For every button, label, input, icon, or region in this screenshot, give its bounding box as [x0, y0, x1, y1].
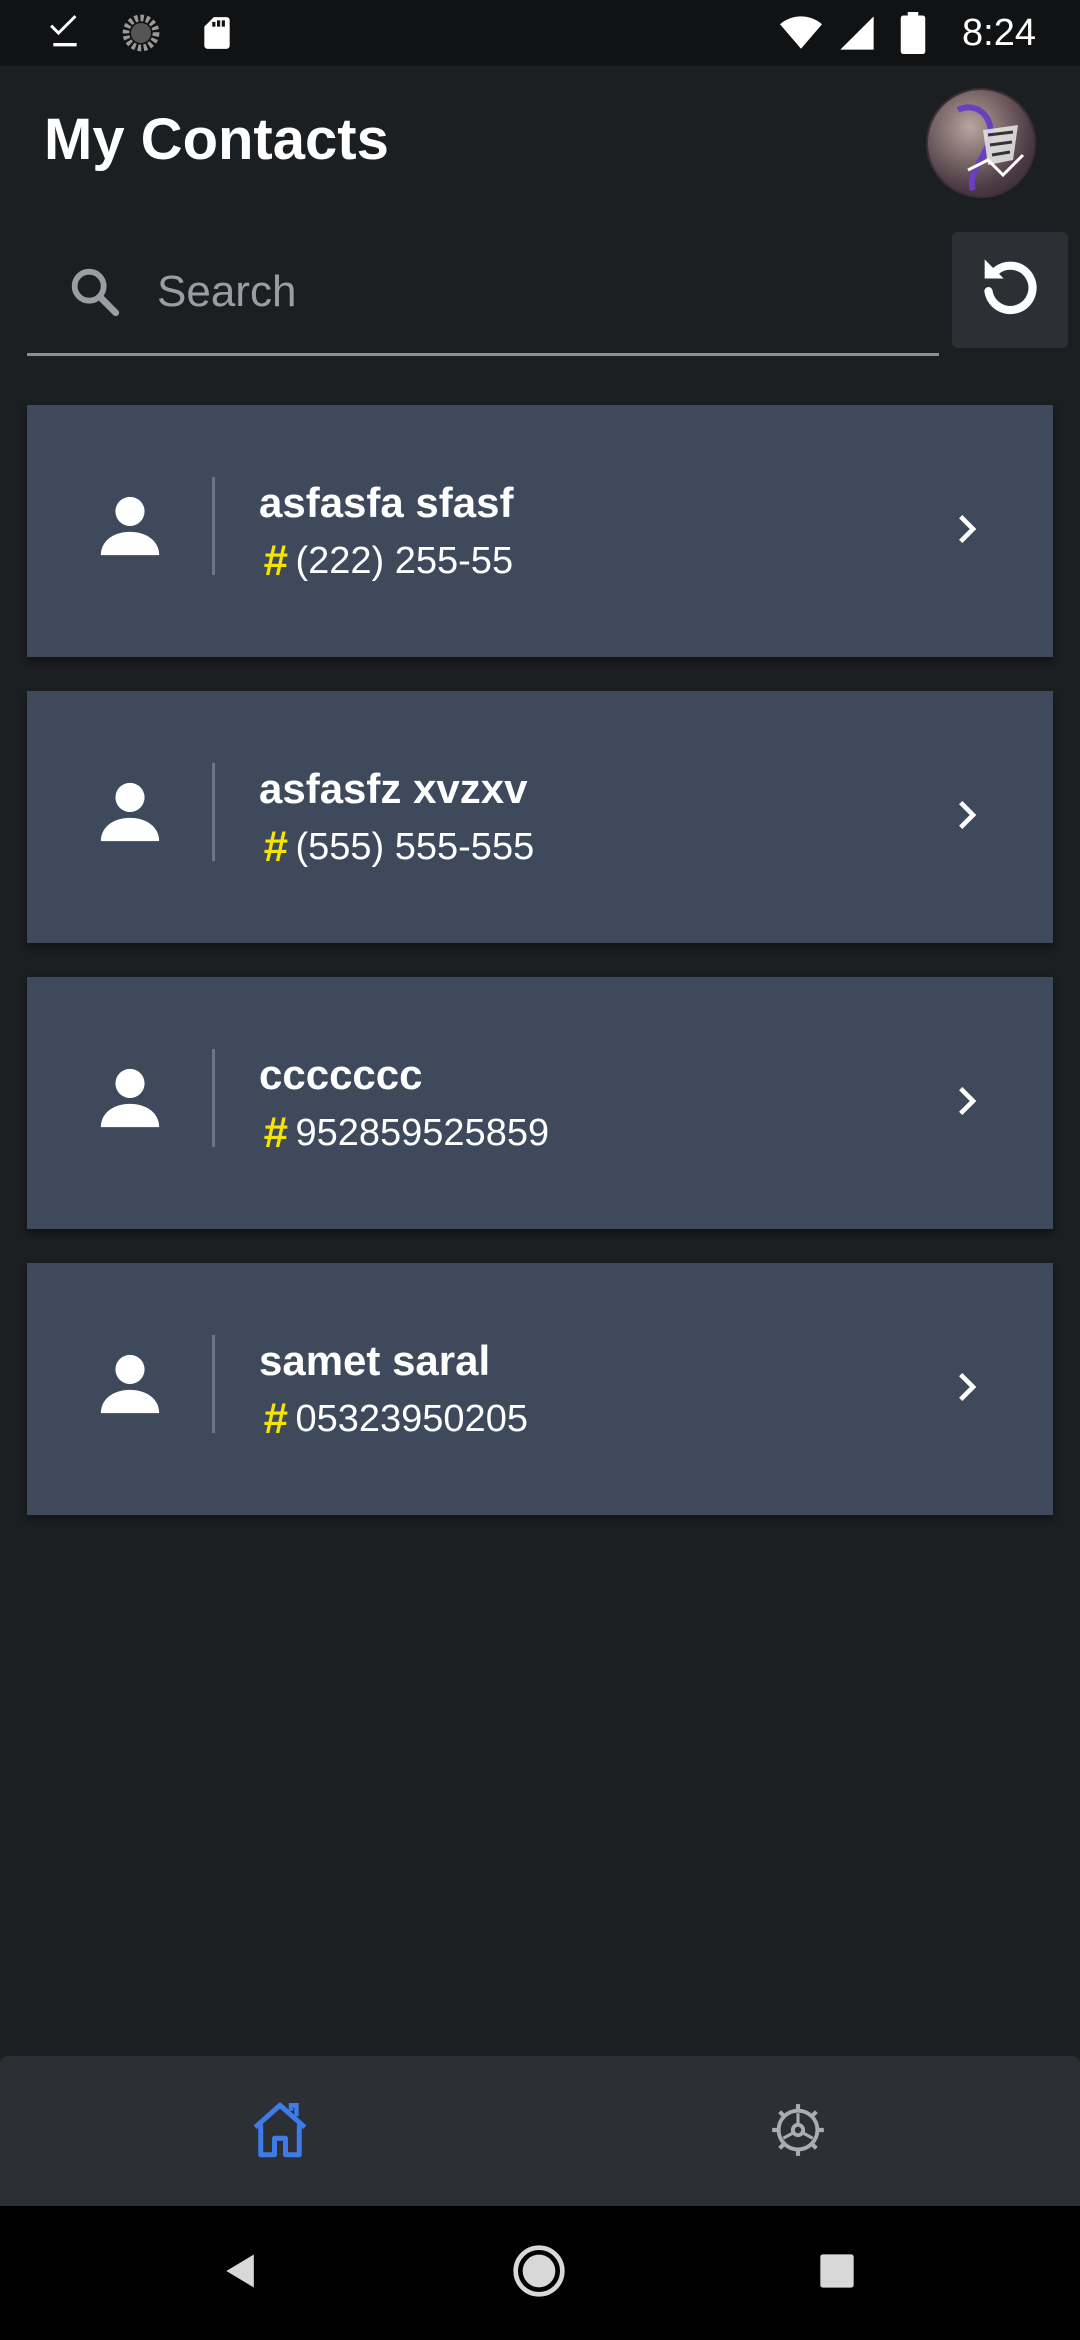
app-header: My Contacts — [0, 66, 1080, 216]
contact-card[interactable]: asfasfz xvzxv # (555) 555-555 — [27, 691, 1053, 943]
status-right-icons: 8:24 — [780, 12, 1036, 55]
avatar[interactable] — [926, 88, 1036, 198]
card-divider — [212, 763, 215, 861]
nav-home-tab[interactable] — [240, 2092, 320, 2172]
home-circle-icon — [511, 2243, 567, 2304]
system-nav-bar — [0, 2206, 1080, 2340]
home-icon — [247, 2097, 313, 2168]
search-icon — [65, 262, 123, 320]
status-bar: 8:24 — [0, 0, 1080, 66]
contact-name: asfasfa sfasf — [259, 479, 514, 526]
hash-icon: # — [263, 1394, 288, 1443]
refresh-icon — [972, 250, 1048, 331]
contact-name: asfasfz xvzxv — [259, 765, 528, 812]
contact-phone: (555) 555-555 — [295, 825, 535, 868]
person-icon — [95, 1349, 165, 1419]
search-bar[interactable] — [27, 232, 939, 356]
loading-icon — [120, 12, 162, 54]
battery-icon — [892, 12, 934, 54]
contact-name: ccccccc — [259, 1051, 423, 1098]
contact-phone: 05323950205 — [295, 1397, 528, 1440]
hash-icon: # — [263, 536, 288, 585]
settings-icon — [767, 2099, 829, 2166]
status-time: 8:24 — [962, 11, 1036, 54]
wifi-icon — [780, 12, 823, 54]
sd-card-icon — [196, 12, 238, 54]
chevron-right-icon — [939, 1073, 995, 1129]
contact-card[interactable]: asfasfa sfasf # (222) 255-55 — [27, 405, 1053, 657]
person-icon — [95, 777, 165, 847]
download-done-icon — [44, 12, 86, 54]
chevron-right-icon — [939, 1359, 995, 1415]
contact-phone: (222) 255-55 — [295, 539, 514, 582]
contact-card[interactable]: samet saral # 05323950205 — [27, 1263, 1053, 1515]
app-root: 8:24 My Contacts Search asfasfa sfasf # … — [0, 0, 1080, 2340]
contact-phone-row: # (222) 255-55 — [263, 539, 513, 583]
search-input[interactable] — [157, 252, 917, 332]
contact-phone-row: # (555) 555-555 — [263, 825, 534, 869]
person-icon — [95, 491, 165, 561]
system-home-button[interactable] — [506, 2240, 572, 2306]
page-title: My Contacts — [44, 107, 389, 172]
system-recents-button[interactable] — [804, 2240, 870, 2306]
status-left-icons — [44, 12, 238, 54]
contact-phone: 952859525859 — [295, 1111, 550, 1154]
cell-signal-icon — [836, 12, 878, 54]
contact-name: samet saral — [259, 1337, 491, 1384]
system-back-button[interactable] — [208, 2240, 274, 2306]
card-divider — [212, 477, 215, 575]
chevron-right-icon — [939, 787, 995, 843]
card-divider — [212, 1335, 215, 1433]
person-icon — [95, 1063, 165, 1133]
bottom-nav — [0, 2056, 1080, 2206]
nav-settings-tab[interactable] — [758, 2092, 838, 2172]
recents-square-icon — [817, 2251, 857, 2296]
hash-icon: # — [263, 822, 288, 871]
back-triangle-icon — [219, 2249, 263, 2298]
contact-phone-row: # 952859525859 — [263, 1111, 549, 1155]
hash-icon: # — [263, 1108, 288, 1157]
contact-phone-row: # 05323950205 — [263, 1397, 528, 1441]
refresh-button[interactable] — [952, 232, 1068, 348]
contact-card[interactable]: ccccccc # 952859525859 — [27, 977, 1053, 1229]
chevron-right-icon — [939, 501, 995, 557]
card-divider — [212, 1049, 215, 1147]
